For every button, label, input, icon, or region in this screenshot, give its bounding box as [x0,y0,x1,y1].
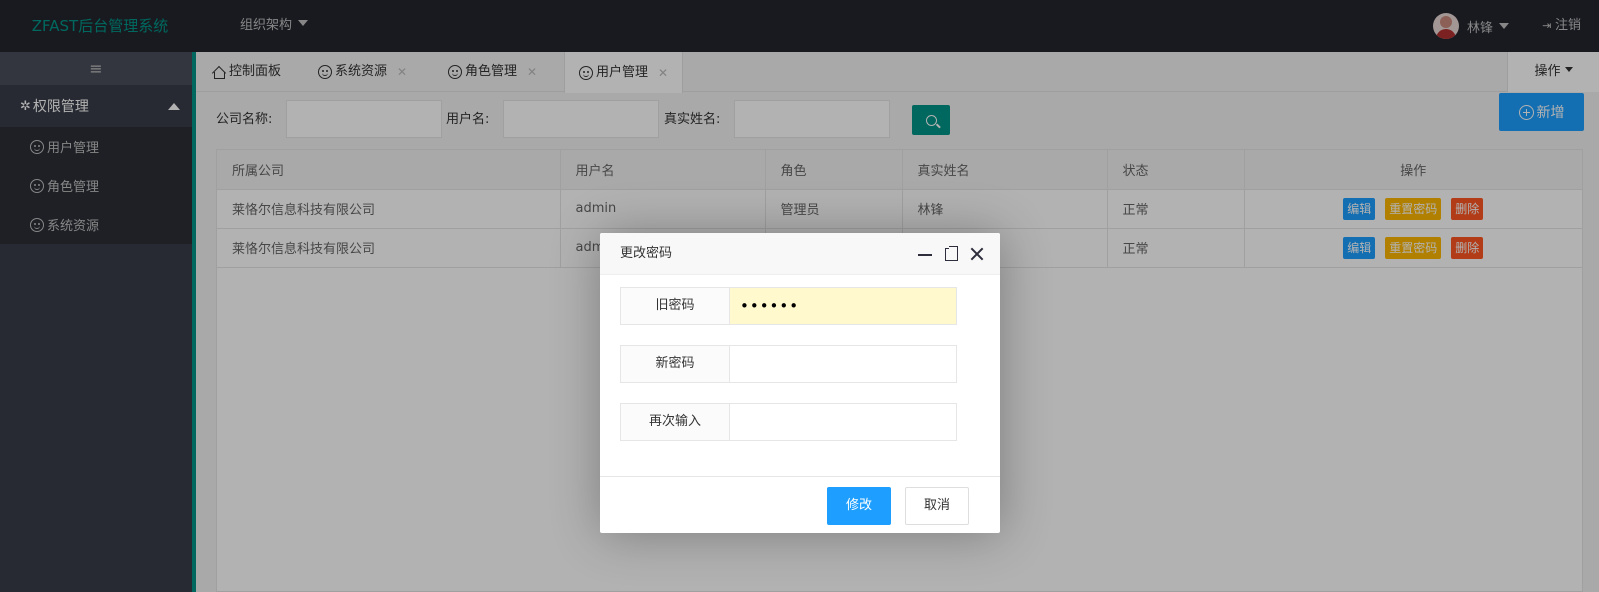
new-password-row: 新密码 [620,345,957,383]
old-password-row: 旧密码 •••••• [620,287,957,325]
new-password-field[interactable] [730,346,956,382]
maximize-icon[interactable] [943,246,959,262]
submit-button[interactable]: 修改 [827,487,892,525]
old-password-field[interactable]: •••••• [730,288,956,324]
dialog-divider [600,476,1000,477]
dialog-title[interactable]: 更改密码 [600,233,1000,275]
confirm-password-field[interactable] [730,404,956,440]
close-icon[interactable] [969,246,985,262]
change-password-dialog: 更改密码 旧密码 •••••• 新密码 再次输入 修改 取消 [600,233,1000,533]
new-password-label: 新密码 [621,346,730,382]
old-password-label: 旧密码 [621,288,730,324]
minimize-icon[interactable] [917,246,933,262]
cancel-button[interactable]: 取消 [905,487,970,525]
confirm-password-label: 再次输入 [621,404,730,440]
confirm-password-row: 再次输入 [620,403,957,441]
